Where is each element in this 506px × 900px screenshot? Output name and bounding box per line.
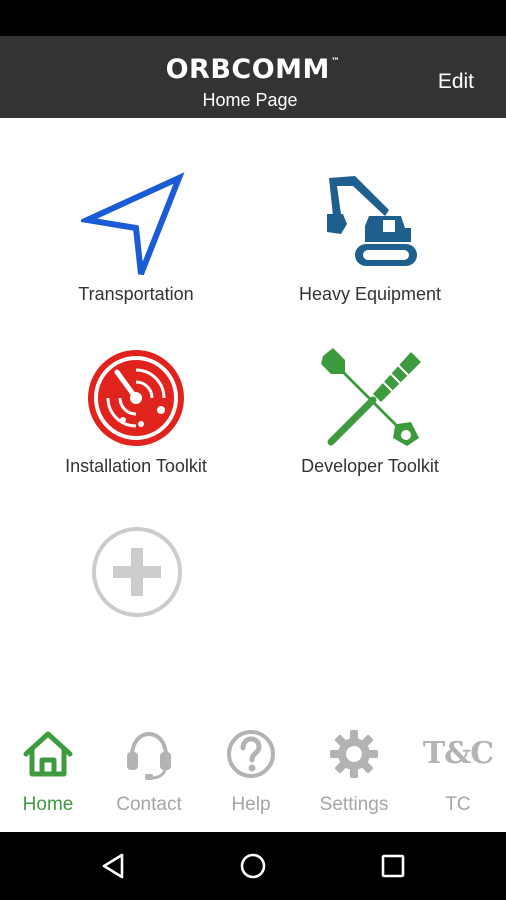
recents-icon[interactable] xyxy=(377,850,409,882)
nav-item-contact[interactable]: Contact xyxy=(99,718,199,832)
status-bar xyxy=(0,0,506,36)
help-circle-icon xyxy=(227,730,275,778)
tile-installation-toolkit[interactable]: Installation Toolkit xyxy=(26,342,246,477)
nav-label-settings: Settings xyxy=(319,794,389,815)
headset-icon xyxy=(127,731,171,780)
tile-label-transportation: Transportation xyxy=(78,284,194,304)
nav-item-home[interactable]: Home xyxy=(0,718,98,832)
bottom-nav: Home Contact Help Settings T&C TC xyxy=(0,718,506,832)
nav-item-settings[interactable]: Settings xyxy=(304,718,404,832)
brand-name: ORBCOMM xyxy=(165,54,330,85)
add-circle-icon xyxy=(92,527,182,617)
radar-icon xyxy=(88,350,184,446)
tile-transportation[interactable]: Transportation xyxy=(26,170,246,305)
back-icon[interactable] xyxy=(98,850,130,882)
navigation-arrow-icon xyxy=(81,172,185,276)
nav-label-tc: TC xyxy=(445,794,471,815)
trademark-mark: ™ xyxy=(330,57,341,67)
gear-icon xyxy=(330,730,378,778)
nav-label-home: Home xyxy=(22,794,74,815)
app-screen: ORBCOMM™ Home Page Edit Transportation H… xyxy=(0,0,506,900)
home-circle-icon[interactable] xyxy=(237,850,269,882)
tile-heavy-equipment[interactable]: Heavy Equipment xyxy=(260,170,480,305)
wrench-screwdriver-icon xyxy=(321,348,421,446)
nav-item-tc[interactable]: T&C TC xyxy=(408,718,506,832)
edit-button[interactable]: Edit xyxy=(438,70,474,94)
tile-developer-toolkit[interactable]: Developer Toolkit xyxy=(260,342,480,477)
excavator-icon xyxy=(327,176,417,266)
app-header: ORBCOMM™ Home Page Edit xyxy=(0,36,506,118)
home-icon xyxy=(23,731,73,777)
nav-label-contact: Contact xyxy=(116,794,182,815)
tile-label-heavy-equipment: Heavy Equipment xyxy=(298,284,442,304)
nav-label-help: Help xyxy=(231,794,271,815)
tile-label-developer-toolkit: Developer Toolkit xyxy=(301,456,439,476)
brand-logo: ORBCOMM™ xyxy=(0,54,506,85)
tile-label-installation-toolkit: Installation Toolkit xyxy=(65,456,207,476)
page-title: Home Page xyxy=(202,90,298,110)
system-nav-bar xyxy=(0,832,506,900)
add-tile-button[interactable] xyxy=(91,526,183,618)
terms-conditions-icon: T&C xyxy=(422,736,494,771)
nav-item-help[interactable]: Help xyxy=(201,718,301,832)
